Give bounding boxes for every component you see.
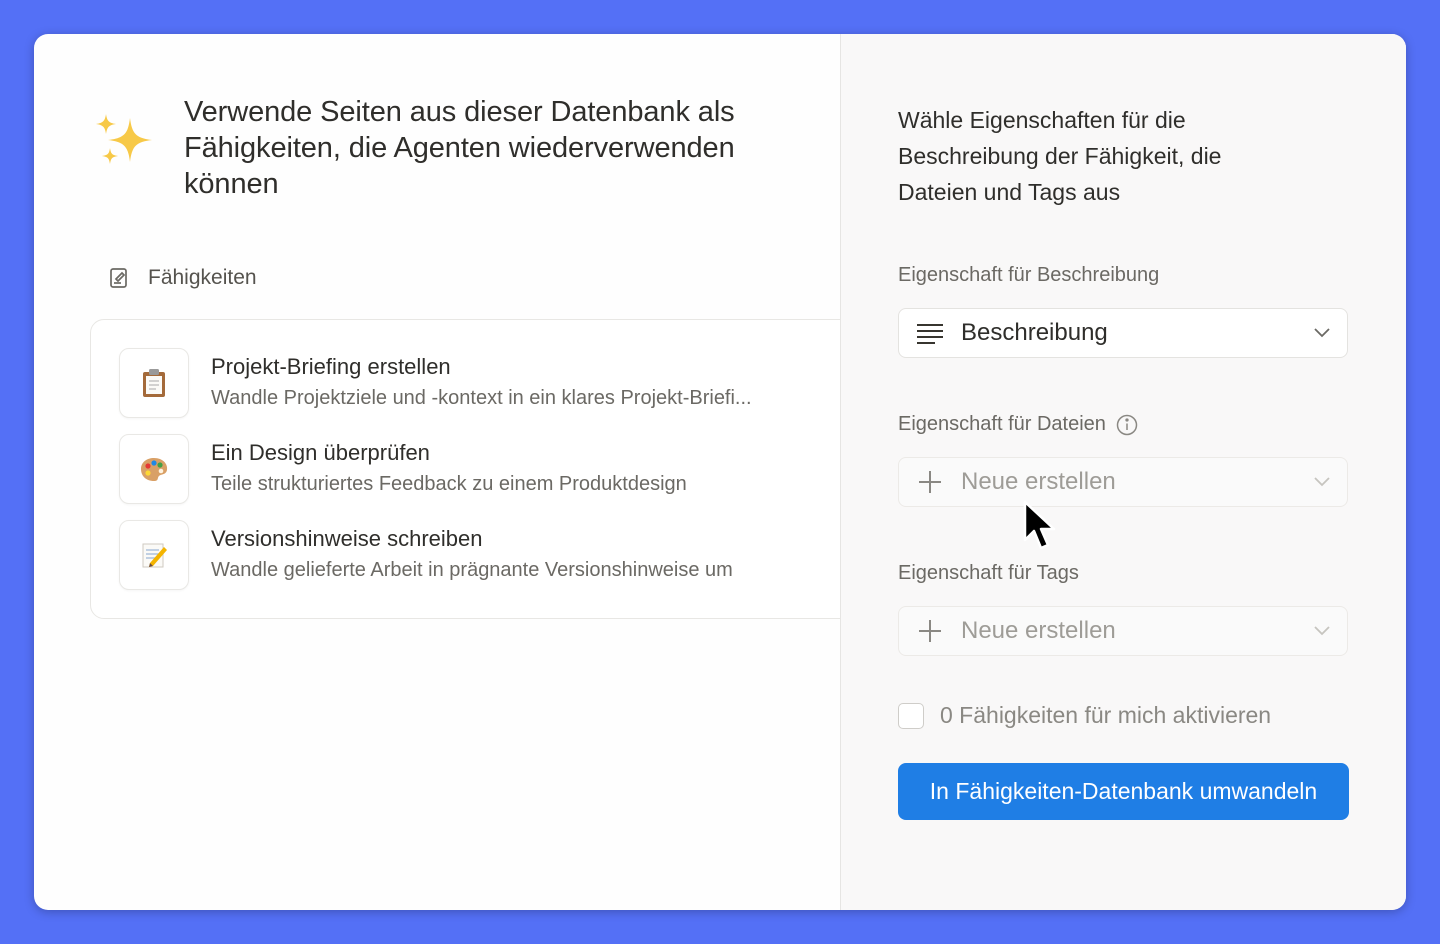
database-label: Fähigkeiten (108, 266, 257, 290)
files-property-value: Neue erstellen (961, 468, 1116, 495)
palette-icon (119, 434, 189, 504)
text-lines-icon (917, 324, 943, 344)
mouse-cursor-icon (1023, 500, 1056, 550)
chevron-down-icon (1314, 626, 1330, 636)
dialog-header: Verwende Seiten aus dieser Datenbank als… (94, 94, 794, 202)
files-property-label-text: Eigenschaft für Dateien (898, 413, 1106, 435)
dialog-title: Verwende Seiten aus dieser Datenbank als… (184, 96, 735, 200)
chevron-down-icon (1314, 328, 1330, 338)
tags-property-value: Neue erstellen (961, 617, 1116, 644)
convert-to-skills-dialog: Verwende Seiten aus dieser Datenbank als… (34, 34, 1406, 910)
tags-property-label-text: Eigenschaft für Tags (898, 562, 1079, 584)
plus-icon (919, 471, 941, 493)
memo-icon (119, 520, 189, 590)
files-property-label: Eigenschaft für Dateien (898, 413, 1138, 436)
description-property-label: Eigenschaft für Beschreibung (898, 264, 1159, 287)
plus-icon (919, 620, 941, 642)
list-item: Ein Design überprüfen Teile strukturiert… (119, 434, 687, 504)
tags-property-select[interactable]: Neue erstellen (898, 606, 1348, 656)
description-property-select[interactable]: Beschreibung (898, 308, 1348, 358)
settings-panel: Wähle Eigenschaften für die Beschreibung… (840, 34, 1406, 910)
item-description: Wandle gelieferte Arbeit in prägnante Ve… (211, 559, 733, 581)
enable-skills-checkbox[interactable] (898, 702, 924, 729)
files-property-select[interactable]: Neue erstellen (898, 457, 1348, 507)
enable-skills-row: 0 Fähigkeiten für mich aktivieren (898, 702, 1271, 729)
skills-preview-list: Projekt-Briefing erstellen Wandle Projek… (90, 319, 870, 619)
description-property-label-text: Eigenschaft für Beschreibung (898, 264, 1160, 286)
convert-to-skills-database-button[interactable]: In Fähigkeiten-Datenbank umwandeln (898, 763, 1349, 820)
info-icon[interactable] (1116, 414, 1138, 436)
item-title: Projekt-Briefing erstellen (211, 354, 451, 379)
description-property-value: Beschreibung (961, 319, 1108, 346)
item-description: Wandle Projektziele und -kontext in ein … (211, 387, 752, 409)
clipboard-icon (119, 348, 189, 418)
item-title: Ein Design überprüfen (211, 440, 430, 465)
preview-panel: Verwende Seiten aus dieser Datenbank als… (34, 34, 870, 910)
skills-database-icon (110, 268, 127, 288)
list-item: Projekt-Briefing erstellen Wandle Projek… (119, 348, 752, 418)
enable-skills-label[interactable]: 0 Fähigkeiten für mich aktivieren (940, 702, 1271, 729)
list-item: Versionshinweise schreiben Wandle gelief… (119, 520, 733, 590)
database-name: Fähigkeiten (148, 266, 257, 289)
sparkles-icon (96, 114, 152, 164)
settings-heading: Wähle Eigenschaften für die Beschreibung… (898, 107, 1222, 205)
chevron-down-icon (1314, 477, 1330, 487)
tags-property-label: Eigenschaft für Tags (898, 562, 1079, 585)
item-description: Teile strukturiertes Feedback zu einem P… (211, 473, 687, 495)
item-title: Versionshinweise schreiben (211, 526, 483, 551)
